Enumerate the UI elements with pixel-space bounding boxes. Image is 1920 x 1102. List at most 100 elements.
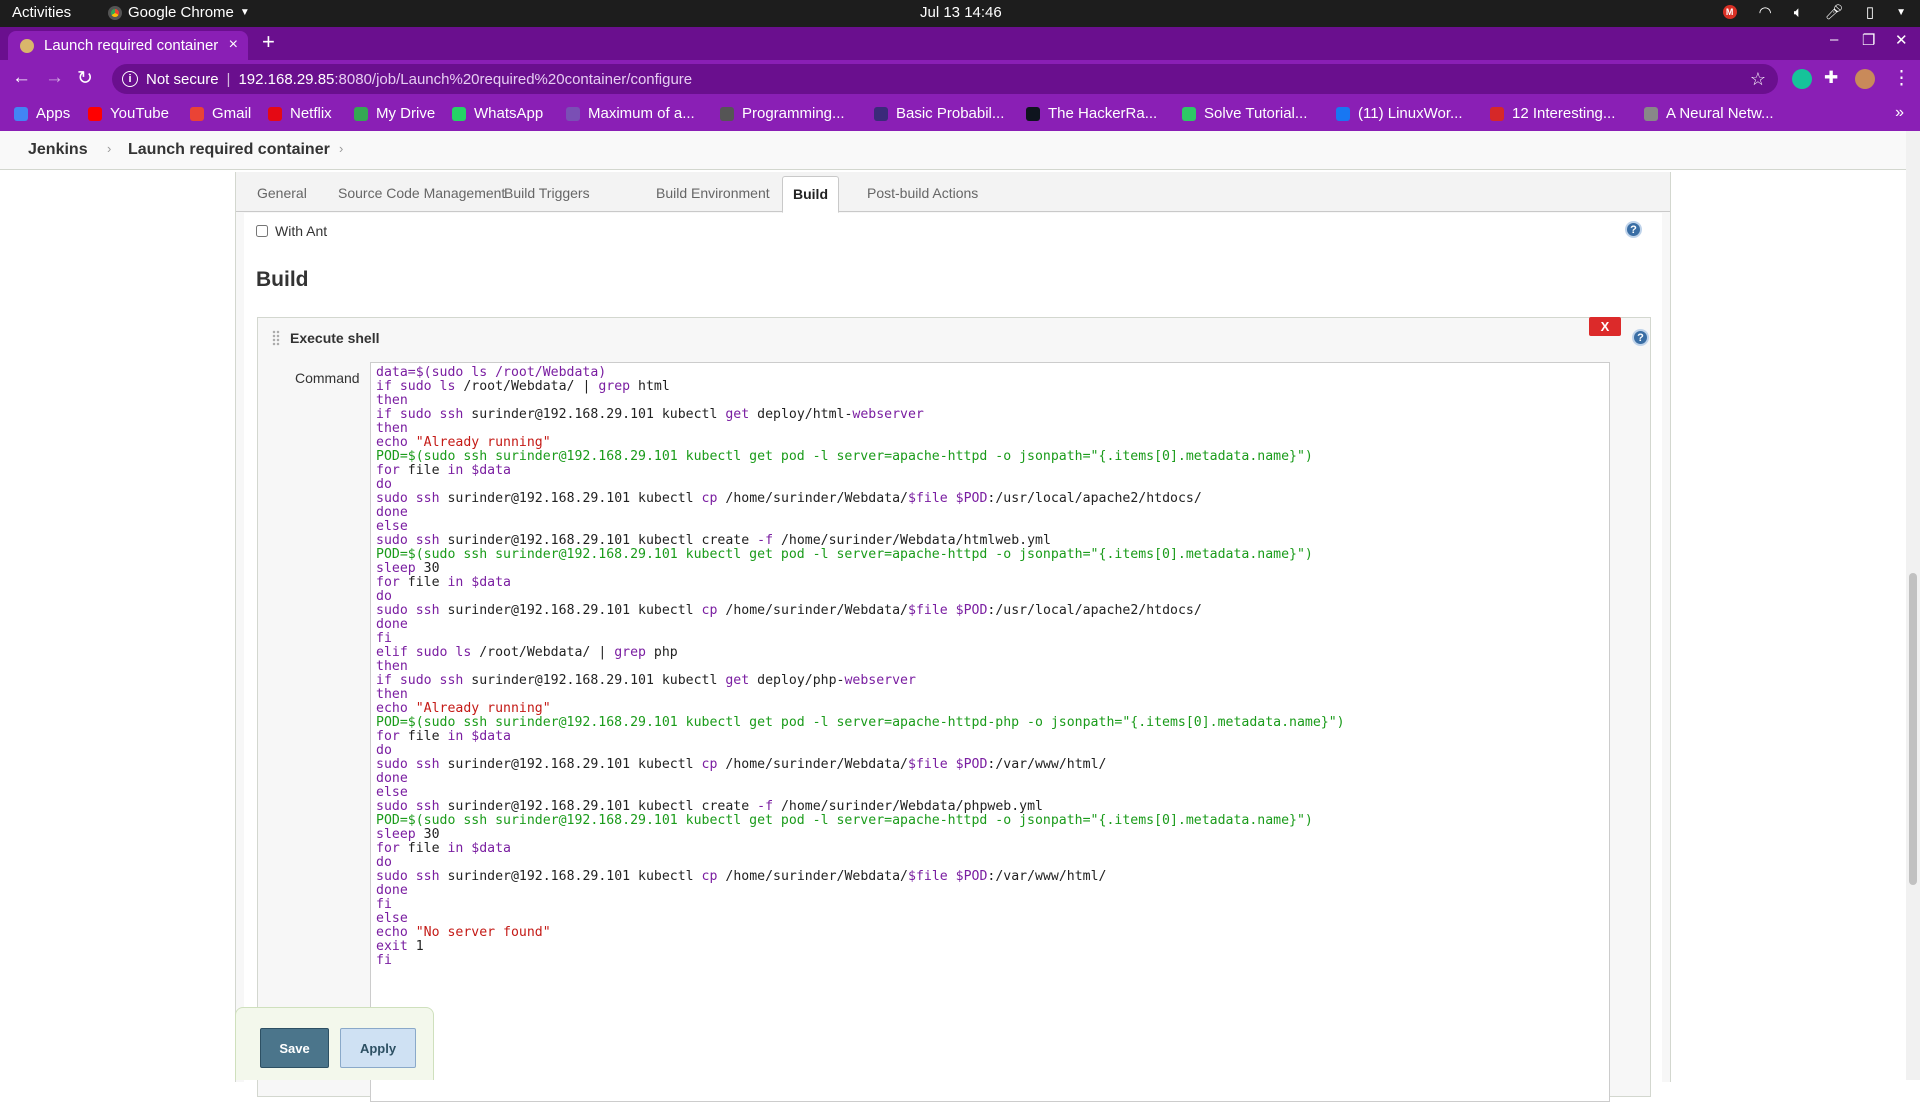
command-token: else [376, 519, 408, 534]
command-token: $file $POD [908, 491, 988, 506]
reload-icon[interactable]: ↻ [77, 67, 93, 90]
command-token: /root/Webdata/ | [471, 645, 615, 660]
command-line: echo "Already running" [376, 702, 1604, 716]
restore-icon[interactable]: ❐ [1862, 31, 1875, 49]
command-line: if sudo ssh surinder@192.168.29.101 kube… [376, 674, 1604, 688]
bookmark-label: (11) LinuxWor... [1358, 105, 1463, 122]
security-status[interactable]: Not secure [146, 71, 219, 88]
bookmark-item[interactable]: Programming... [720, 105, 845, 122]
command-line: sudo ssh surinder@192.168.29.101 kubectl… [376, 534, 1604, 548]
command-token: else [376, 911, 408, 926]
bookmark-label: Maximum of a... [588, 105, 695, 122]
new-tab-button[interactable]: + [262, 29, 275, 55]
command-token: if sudo ssh [376, 673, 464, 688]
breadcrumb-chevron-icon[interactable]: › [107, 141, 111, 156]
bookmark-favicon-icon [1026, 106, 1040, 121]
gmail-indicator-icon[interactable]: M [1722, 5, 1737, 19]
microphone-icon[interactable]: 🎤︎ [1825, 3, 1844, 21]
command-textarea[interactable]: data=$(sudo ls /root/Webdata) if sudo ls … [370, 362, 1610, 1102]
bookmark-label: A Neural Netw... [1666, 105, 1774, 122]
minimize-icon[interactable]: – [1830, 31, 1838, 48]
address-bar[interactable]: i Not secure | 192.168.29.85 :8080/job/L… [112, 64, 1778, 94]
command-token: cp [701, 491, 718, 506]
bookmark-item[interactable]: Apps [14, 105, 70, 122]
command-token: do [376, 477, 392, 492]
help-icon[interactable]: ? [1632, 329, 1649, 346]
clock[interactable]: Jul 13 14:46 [920, 4, 1002, 21]
command-line: POD=$(sudo ssh surinder@192.168.29.101 k… [376, 814, 1604, 828]
command-token: exit [376, 939, 408, 954]
bookmarks-overflow-icon[interactable]: » [1895, 104, 1904, 122]
battery-icon[interactable]: ▯ [1866, 3, 1874, 21]
delete-step-button[interactable]: X [1589, 317, 1621, 336]
browser-toolbar: ← → ↻ i Not secure | 192.168.29.85 :8080… [0, 60, 1920, 98]
bookmark-item[interactable]: My Drive [354, 105, 435, 122]
config-tab-general[interactable]: General [257, 185, 307, 201]
bookmark-favicon-icon [452, 106, 466, 121]
bookmark-favicon-icon [1490, 106, 1504, 121]
bookmark-item[interactable]: Solve Tutorial... [1182, 105, 1307, 122]
scrollbar-thumb[interactable] [1909, 573, 1917, 885]
bookmark-item[interactable]: Gmail [190, 105, 251, 122]
config-tab-build[interactable]: Build [782, 176, 839, 213]
with-ant-option[interactable]: With Ant [256, 223, 327, 239]
forward-icon[interactable]: → [45, 67, 64, 89]
command-token: 30 [415, 827, 440, 842]
bookmark-item[interactable]: Netflix [268, 105, 332, 122]
system-tray[interactable]: M ◠ 🔈︎ 🎤︎ ▯ ▼ [1722, 3, 1906, 21]
power-menu-icon[interactable]: ▼ [1896, 7, 1906, 18]
command-token: file [399, 575, 448, 590]
app-menu[interactable]: Google Chrome ▼ [108, 4, 250, 21]
grammarly-extension-icon[interactable] [1792, 69, 1812, 89]
command-token: echo [376, 925, 408, 940]
save-button[interactable]: Save [260, 1028, 329, 1068]
command-line: data=$(sudo ls /root/Webdata) [376, 366, 1604, 380]
command-token: cp [701, 869, 718, 884]
bookmark-favicon-icon [1336, 106, 1350, 121]
extensions-puzzle-icon[interactable]: ✚ [1824, 68, 1838, 88]
page-scrollbar[interactable] [1906, 131, 1920, 1080]
chrome-menu-icon[interactable]: ⋮ [1892, 67, 1911, 90]
wifi-icon[interactable]: ◠ [1759, 3, 1772, 21]
bookmark-item[interactable]: (11) LinuxWor... [1336, 105, 1463, 122]
bookmark-item[interactable]: WhatsApp [452, 105, 543, 122]
browser-tab[interactable]: Launch required container × [8, 31, 248, 60]
bookmark-item[interactable]: YouTube [88, 105, 169, 122]
command-line: done [376, 772, 1604, 786]
bookmark-star-icon[interactable]: ☆ [1750, 69, 1766, 90]
command-token: fi [376, 953, 392, 968]
bookmark-item[interactable]: A Neural Netw... [1644, 105, 1774, 122]
config-tab-build-environment[interactable]: Build Environment [656, 185, 770, 201]
command-line: echo "Already running" [376, 436, 1604, 450]
help-icon[interactable]: ? [1625, 221, 1642, 238]
back-icon[interactable]: ← [12, 67, 31, 89]
command-token: cp [701, 603, 718, 618]
url-path: :8080/job/Launch%20required%20container/… [334, 70, 693, 88]
config-panel: General Source Code Management Build Trigg… [235, 172, 1671, 1102]
config-tab-source-code-management[interactable]: Source Code Management [338, 185, 505, 201]
command-line: do [376, 856, 1604, 870]
breadcrumb-jenkins[interactable]: Jenkins [28, 141, 88, 159]
drag-handle-icon[interactable] [272, 330, 280, 346]
tab-close-icon[interactable]: × [229, 36, 238, 54]
with-ant-checkbox[interactable] [256, 225, 268, 237]
volume-icon[interactable]: 🔈︎ [1794, 4, 1803, 21]
breadcrumb-chevron-icon[interactable]: › [339, 141, 343, 156]
window-close-icon[interactable]: ✕ [1895, 31, 1908, 49]
bookmark-item[interactable]: The HackerRa... [1026, 105, 1157, 122]
breadcrumb-job[interactable]: Launch required container [128, 141, 330, 159]
command-line: sudo ssh surinder@192.168.29.101 kubectl… [376, 758, 1604, 772]
apply-button[interactable]: Apply [340, 1028, 416, 1068]
bookmark-item[interactable]: Maximum of a... [566, 105, 695, 122]
command-token: sudo ssh [376, 799, 440, 814]
url-separator: | [226, 70, 231, 88]
info-icon[interactable]: i [122, 71, 138, 87]
config-tab-build-triggers[interactable]: Build Triggers [504, 185, 590, 201]
command-line: if sudo ssh surinder@192.168.29.101 kube… [376, 408, 1604, 422]
config-tab-post-build-actions[interactable]: Post-build Actions [867, 185, 978, 201]
profile-avatar[interactable] [1855, 69, 1875, 89]
command-line: then [376, 688, 1604, 702]
bookmark-item[interactable]: 12 Interesting... [1490, 105, 1615, 122]
activities-button[interactable]: Activities [12, 4, 71, 21]
bookmark-item[interactable]: Basic Probabil... [874, 105, 1004, 122]
